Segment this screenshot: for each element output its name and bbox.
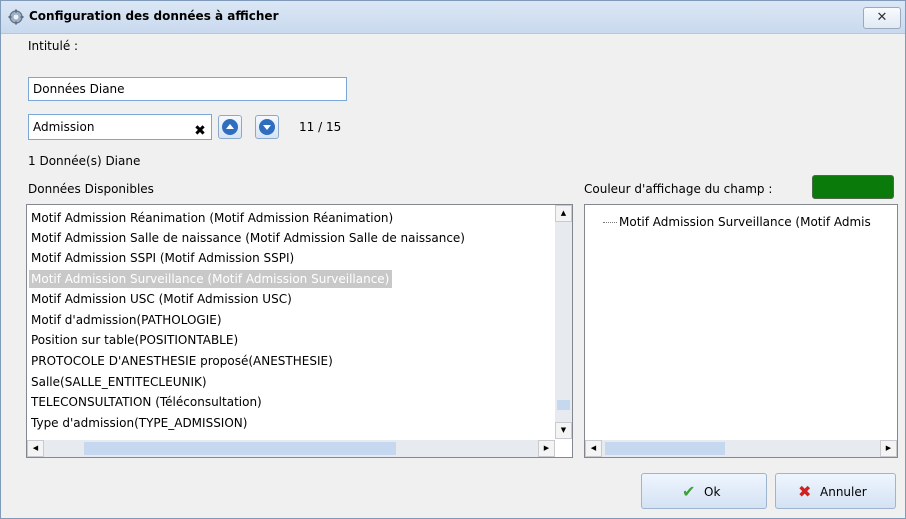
scroll-up-icon[interactable]: ▲ — [555, 205, 572, 222]
list-item[interactable]: Salle(SALLE_ENTITECLEUNIK) — [31, 373, 207, 391]
field-color-label: Couleur d'affichage du champ : — [584, 182, 773, 196]
available-data-list[interactable]: Motif Admission Réanimation (Motif Admis… — [26, 204, 573, 458]
list-item[interactable]: Position sur table(POSITIONTABLE) — [31, 331, 238, 349]
scroll-down-icon[interactable]: ▼ — [555, 422, 572, 439]
title-input[interactable]: Données Diane — [28, 77, 347, 101]
list-item[interactable]: Motif Admission USC (Motif Admission USC… — [31, 290, 292, 308]
search-input[interactable]: Admission — [28, 114, 212, 140]
horizontal-scrollbar[interactable]: ◀ ▶ — [27, 440, 555, 457]
arrow-down-icon — [259, 119, 275, 135]
tree-connector — [603, 222, 617, 223]
close-button[interactable]: ✕ — [863, 7, 901, 29]
cancel-label: Annuler — [820, 485, 867, 499]
vertical-scrollbar[interactable]: ▲ ▼ — [555, 205, 572, 439]
list-item[interactable]: Motif d'admission(PATHOLOGIE) — [31, 311, 222, 329]
list-item[interactable]: Motif Admission Réanimation (Motif Admis… — [31, 209, 393, 227]
scroll-right-icon[interactable]: ▶ — [880, 440, 897, 457]
title-field-label: Intitulé : — [28, 39, 79, 53]
tree-item[interactable]: Motif Admission Surveillance (Motif Admi… — [619, 213, 871, 231]
selected-data-tree[interactable]: Motif Admission Surveillance (Motif Admi… — [584, 204, 898, 458]
list-item[interactable]: Motif Admission SSPI (Motif Admission SS… — [31, 249, 294, 267]
red-x-icon: ✖ — [798, 482, 812, 501]
ok-label: Ok — [704, 485, 721, 499]
window-title: Configuration des données à afficher — [29, 9, 279, 23]
previous-match-button[interactable] — [218, 115, 242, 139]
checkmark-icon: ✔ — [682, 482, 696, 501]
available-data-label: Données Disponibles — [28, 182, 154, 196]
scroll-thumb[interactable] — [557, 400, 570, 410]
scroll-thumb[interactable] — [84, 442, 396, 455]
data-count-label: 1 Donnée(s) Diane — [28, 154, 141, 168]
ok-button[interactable]: ✔ Ok — [641, 473, 767, 509]
cancel-button[interactable]: ✖ Annuler — [775, 473, 896, 509]
settings-gear-icon — [8, 9, 24, 25]
scroll-left-icon[interactable]: ◀ — [27, 440, 44, 457]
horizontal-scrollbar[interactable]: ◀ ▶ — [585, 440, 897, 457]
clear-search-icon[interactable]: ✖ — [193, 124, 207, 138]
scroll-left-icon[interactable]: ◀ — [585, 440, 602, 457]
title-bar[interactable]: Configuration des données à afficher ✕ — [1, 1, 905, 34]
list-item[interactable]: Type d'admission(TYPE_ADMISSION) — [31, 414, 247, 432]
list-item[interactable]: Motif Admission Salle de naissance (Moti… — [31, 229, 465, 247]
dialog-window: Configuration des données à afficher ✕ I… — [0, 0, 906, 519]
arrow-up-icon — [222, 119, 238, 135]
field-color-swatch[interactable] — [812, 175, 894, 199]
list-item[interactable]: TELECONSULTATION (Téléconsultation) — [31, 393, 262, 411]
match-counter: 11 / 15 — [299, 120, 342, 134]
scroll-thumb[interactable] — [605, 442, 725, 455]
close-icon: ✕ — [876, 10, 888, 25]
list-item[interactable]: PROTOCOLE D'ANESTHESIE proposé(ANESTHESI… — [31, 352, 333, 370]
list-item-selected[interactable]: Motif Admission Surveillance (Motif Admi… — [29, 270, 393, 288]
scroll-right-icon[interactable]: ▶ — [538, 440, 555, 457]
next-match-button[interactable] — [255, 115, 279, 139]
